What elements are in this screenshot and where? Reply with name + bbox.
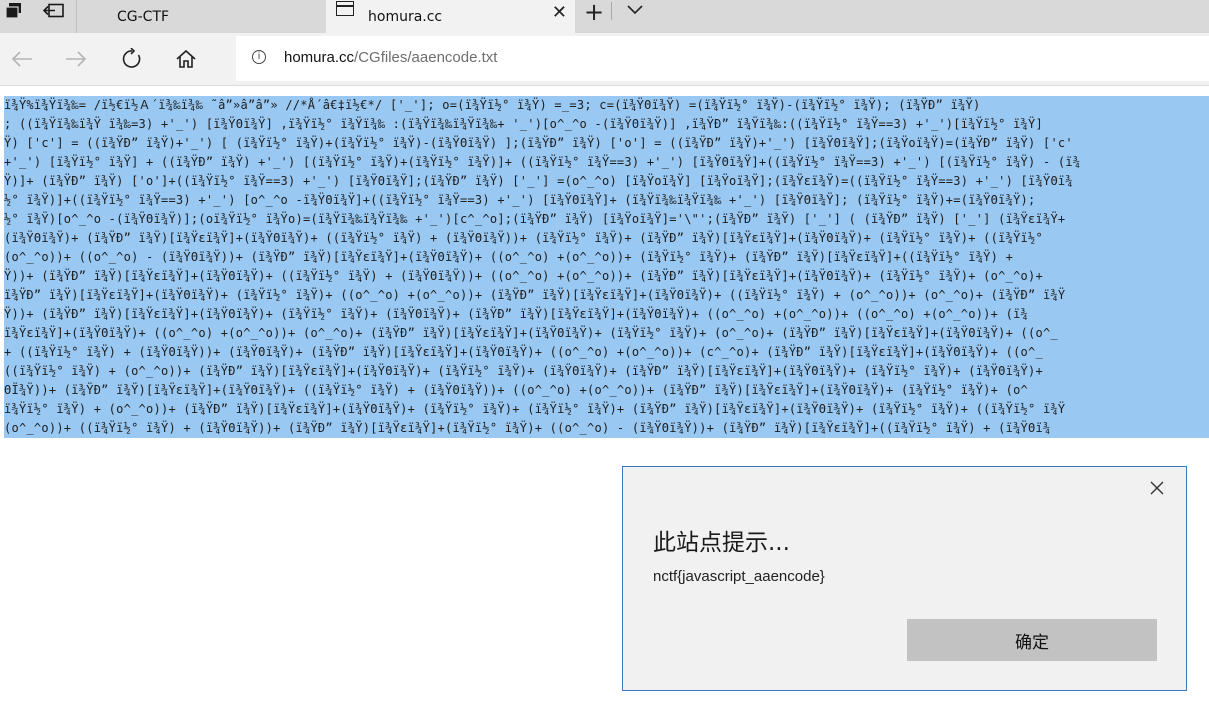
tab-divider xyxy=(611,2,612,20)
code-line: ï¾ŸÐ” ï¾Ÿ)[ï¾Ÿεï¾Ÿ]+(ï¾ŸΘï¾Ÿ)+ (ï¾Ÿï½° ï… xyxy=(4,286,1209,305)
code-line: ; ((ï¾Ÿï¾‰ï¾Ÿ ï¾‰=3) +'_') [ï¾ŸΘï¾Ÿ] ,ï¾… xyxy=(4,115,1209,134)
url-text: homura.cc/CGfiles/aaencode.txt xyxy=(284,49,497,66)
code-line: (o^_^o))+ ((ï¾Ÿï½° ï¾Ÿ) + (ï¾ŸΘï¾Ÿ))+ (ï… xyxy=(4,419,1209,438)
url-path: /CGfiles/aaencode.txt xyxy=(354,49,498,66)
tab-cg-ctf[interactable]: CG-CTF xyxy=(76,0,326,33)
forward-icon[interactable] xyxy=(62,45,90,73)
address-bar[interactable]: i homura.cc/CGfiles/aaencode.txt xyxy=(236,36,1209,81)
code-line: ((ï¾Ÿï½° ï¾Ÿ) + (o^_^o))+ (ï¾ŸÐ” ï¾Ÿ)[ï¾… xyxy=(4,362,1209,381)
code-line: ï¾Ÿεï¾Ÿ]+(ï¾ŸΘï¾Ÿ)+ ((o^_^o) +(o^_^o))+ … xyxy=(4,324,1209,343)
alert-dialog: 此站点提示... nctf{javascript_aaencode} 确定 xyxy=(622,466,1187,691)
aaencode-text[interactable]: ï¾Ÿ%ï¾Ÿï¾‰= /ï½€ï½Ａ´ï¾‰ï¾‰ ˜â”»â”â”» //*… xyxy=(4,96,1209,438)
refresh-icon[interactable] xyxy=(118,45,146,73)
url-host: homura.cc xyxy=(284,49,355,66)
tabs-aside-icon[interactable] xyxy=(40,0,68,22)
code-line: ΘÏ¾Ÿ))+ (ï¾ŸÐ” ï¾Ÿ)[ï¾Ÿεï¾Ÿ]+(ï¾ŸΘï¾Ÿ)+ … xyxy=(4,381,1209,400)
page-icon xyxy=(336,1,354,16)
plus-icon[interactable]: + xyxy=(584,0,604,26)
code-line: ï¾Ÿ%ï¾Ÿï¾‰= /ï½€ï½Ａ´ï¾‰ï¾‰ ˜â”»â”â”» //*… xyxy=(4,96,1209,115)
info-icon[interactable]: i xyxy=(252,50,266,64)
code-line: Ÿ))+ (ï¾ŸÐ” ï¾Ÿ)[ï¾Ÿεï¾Ÿ]+(ï¾ŸΘï¾Ÿ)+ ((ï… xyxy=(4,267,1209,286)
tab-homura[interactable]: homura.cc ✕ xyxy=(326,0,575,33)
dialog-message[interactable]: nctf{javascript_aaencode} xyxy=(653,568,825,585)
code-line: ½° ï¾Ÿ)[o^_^o -(ï¾ŸΘï¾Ÿ)];(oï¾Ÿï½° ï¾Ÿo)… xyxy=(4,210,1209,229)
tab-label: homura.cc xyxy=(368,8,443,25)
code-line: (ï¾ŸΘï¾Ÿ)+ (ï¾ŸÐ” ï¾Ÿ)[ï¾Ÿεï¾Ÿ]+(ï¾ŸΘï¾Ÿ… xyxy=(4,229,1209,248)
back-icon[interactable] xyxy=(8,45,36,73)
code-line: +'_') [ï¾Ÿï½° ï¾Ÿ] + ((ï¾ŸÐ” ï¾Ÿ) +'_') … xyxy=(4,153,1209,172)
home-icon[interactable] xyxy=(172,45,200,73)
tab-label: CG-CTF xyxy=(117,8,170,25)
dialog-title: 此站点提示... xyxy=(653,530,790,556)
code-line: ï¾Ÿï½° ï¾Ÿ) + (o^_^o))+ (ï¾ŸÐ” ï¾Ÿ)[ï¾Ÿε… xyxy=(4,400,1209,419)
navigation-bar: i homura.cc/CGfiles/aaencode.txt xyxy=(0,33,1209,86)
tab-manage-icon[interactable] xyxy=(0,0,28,22)
ok-button[interactable]: 确定 xyxy=(907,619,1157,661)
code-line: + ((ï¾Ÿï½° ï¾Ÿ) + (ï¾ŸΘï¾Ÿ))+ (ï¾ŸΘï¾Ÿ)+… xyxy=(4,343,1209,362)
close-tab-icon[interactable]: ✕ xyxy=(552,2,567,23)
code-line: ½° ï¾Ÿ)]+((ï¾Ÿï½° ï¾Ÿ==3) +'_') [o^_^o -… xyxy=(4,191,1209,210)
code-line: Ÿ) ['c'] = ((ï¾ŸÐ” ï¾Ÿ)+'_') [ (ï¾Ÿï½° ï… xyxy=(4,134,1209,153)
code-line: (o^_^o))+ ((o^_^o) - (ï¾ŸΘï¾Ÿ))+ (ï¾ŸÐ” … xyxy=(4,248,1209,267)
close-icon[interactable] xyxy=(1146,477,1168,499)
tab-strip: CG-CTF homura.cc ✕ + xyxy=(0,0,1209,33)
code-line: Ÿ)]+ (ï¾ŸÐ” ï¾Ÿ) ['o']+((ï¾Ÿï½° ï¾Ÿ==3) … xyxy=(4,172,1209,191)
code-line: Ÿ))+ (ï¾ŸÐ” ï¾Ÿ)[ï¾Ÿεï¾Ÿ]+(ï¾ŸΘï¾Ÿ)+ (ï¾… xyxy=(4,305,1209,324)
chevron-down-icon[interactable] xyxy=(625,0,647,22)
